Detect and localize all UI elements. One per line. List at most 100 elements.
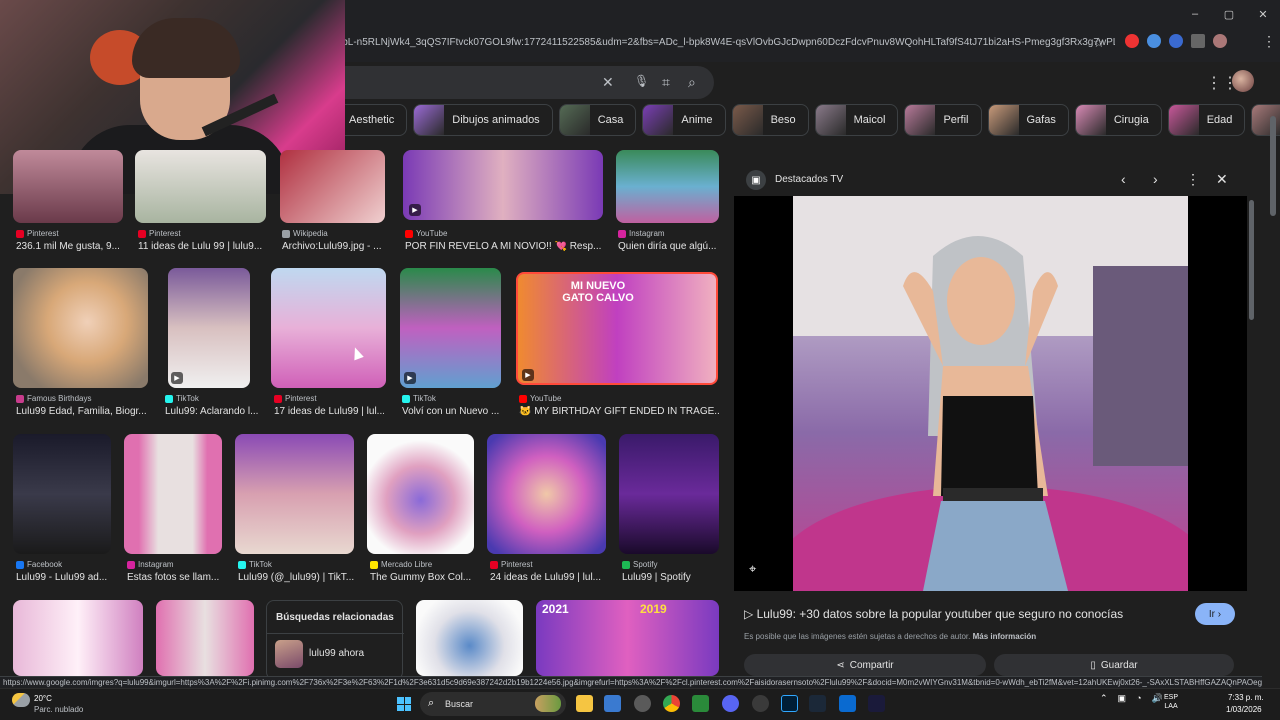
- result-thumb-3-3[interactable]: [235, 434, 354, 554]
- vpn-icon[interactable]: [839, 695, 856, 712]
- more-info-link[interactable]: Más información: [973, 632, 1037, 641]
- result-thumb-2-3[interactable]: [271, 268, 386, 388]
- extension-translate-icon[interactable]: [1147, 34, 1161, 48]
- result-title[interactable]: 🐱 MY BIRTHDAY GIFT ENDED IN TRAGE...: [519, 406, 719, 417]
- result-title[interactable]: Lulu99 (@_lulu99) | TikT...: [238, 572, 356, 583]
- result-thumb-4-4[interactable]: [416, 600, 523, 676]
- result-title[interactable]: Lulu99 | Spotify: [622, 572, 722, 583]
- result-thumb-1-4[interactable]: ▶: [403, 150, 603, 220]
- search-input[interactable]: [330, 66, 714, 99]
- result-title[interactable]: Archivo:Lulu99.jpg - ...: [282, 241, 392, 252]
- filter-chip-cirugia[interactable]: Cirugia: [1074, 104, 1162, 136]
- result-thumb-2-4[interactable]: ▶: [400, 268, 501, 388]
- preview-source-name[interactable]: Destacados TV: [775, 174, 843, 185]
- result-title[interactable]: 24 ideas de Lulu99 | lul...: [490, 572, 605, 583]
- chrome-icon[interactable]: [663, 695, 680, 712]
- filter-chip-dibujos-animados[interactable]: Dibujos animados: [413, 104, 553, 136]
- language-indicator[interactable]: ESP LAA: [1164, 693, 1178, 711]
- search-highlight-icon[interactable]: [535, 695, 561, 712]
- filter-chip-anime[interactable]: Anime: [642, 104, 726, 136]
- network-icon[interactable]: ◔: [1136, 693, 1141, 704]
- result-title[interactable]: 17 ideas de Lulu99 | lul...: [274, 406, 384, 417]
- steam-icon[interactable]: [809, 695, 826, 712]
- windows-start-icon[interactable]: [397, 697, 411, 711]
- result-thumb-3-4[interactable]: [367, 434, 474, 554]
- file-explorer-icon[interactable]: [576, 695, 593, 712]
- search-icon[interactable]: ⌕: [688, 74, 696, 91]
- photoshop-icon[interactable]: [781, 695, 798, 712]
- close-window-button[interactable]: ✕: [1246, 0, 1280, 28]
- share-button[interactable]: ⋖ Compartir: [744, 654, 986, 676]
- filter-chip-beso[interactable]: Beso: [731, 104, 809, 136]
- result-title[interactable]: Estas fotos se llam...: [127, 572, 224, 583]
- extensions-puzzle-icon[interactable]: [1191, 34, 1205, 48]
- filter-chip-casa[interactable]: Casa: [558, 104, 637, 136]
- result-title[interactable]: Lulu99 - Lulu99 ad...: [16, 572, 111, 583]
- clock-date[interactable]: 1/03/2026: [1226, 705, 1262, 714]
- result-title[interactable]: The Gummy Box Col...: [370, 572, 475, 583]
- result-title[interactable]: Lulu99: Aclarando l...: [165, 406, 260, 417]
- result-thumb-4-1[interactable]: [13, 600, 143, 676]
- page-scrollbar[interactable]: [1270, 116, 1276, 216]
- result-title[interactable]: 236.1 mil Me gusta, 9...: [16, 241, 136, 252]
- result-thumb-1-5[interactable]: [616, 150, 719, 223]
- account-avatar[interactable]: [1232, 70, 1254, 92]
- result-title[interactable]: 11 ideas de Lulu 99 | lulu9...: [138, 241, 263, 252]
- result-title[interactable]: Volví con un Nuevo ...: [402, 406, 507, 417]
- related-search-item[interactable]: lulu99 ahora: [267, 633, 404, 673]
- voice-search-icon[interactable]: 🎙: [634, 74, 649, 88]
- save-button[interactable]: ▯ Guardar: [994, 654, 1234, 676]
- photos-icon[interactable]: [604, 695, 621, 712]
- result-thumb-1-2[interactable]: [135, 150, 266, 223]
- clock-time[interactable]: 7:33 p. m.: [1228, 693, 1264, 702]
- next-image-button[interactable]: ›: [1153, 171, 1158, 187]
- result-thumb-2-2[interactable]: ▶: [168, 268, 250, 388]
- result-thumb-1-1[interactable]: [13, 150, 123, 223]
- result-thumb-3-2[interactable]: [124, 434, 222, 554]
- close-preview-button[interactable]: ✕: [1216, 171, 1228, 188]
- weather-description[interactable]: Parc. nublado: [34, 705, 83, 714]
- result-thumb-4-5[interactable]: 2021 2019: [536, 600, 719, 676]
- browser-menu-icon[interactable]: ⋮: [1262, 33, 1276, 50]
- more-options-icon[interactable]: ⋮: [1186, 171, 1200, 188]
- panel-scrollbar[interactable]: [1249, 200, 1254, 320]
- visit-button[interactable]: Ir ›: [1195, 603, 1235, 625]
- result-thumb-2-5[interactable]: MI NUEVO GATO CALVO ▶: [516, 272, 718, 385]
- bookmark-star-icon[interactable]: ☆: [1093, 35, 1105, 51]
- result-thumb-3-5[interactable]: [487, 434, 606, 554]
- result-title[interactable]: Lulu99 Edad, Familia, Biogr...: [16, 406, 151, 417]
- clear-search-icon[interactable]: ✕: [602, 74, 614, 91]
- obs-icon[interactable]: [752, 695, 769, 712]
- discord-icon[interactable]: [722, 695, 739, 712]
- previous-image-button[interactable]: ‹: [1121, 171, 1126, 187]
- result-thumb-2-1[interactable]: [13, 268, 148, 388]
- result-thumb-1-3[interactable]: [280, 150, 385, 223]
- filter-chip-edad[interactable]: Edad: [1167, 104, 1246, 136]
- result-thumb-4-2[interactable]: [156, 600, 254, 676]
- minimize-button[interactable]: –: [1178, 0, 1212, 28]
- partly-cloudy-icon[interactable]: [12, 693, 30, 707]
- tray-overflow-icon[interactable]: ⌃: [1100, 693, 1108, 704]
- result-thumb-3-6[interactable]: [619, 434, 719, 554]
- preview-image[interactable]: [793, 196, 1188, 591]
- volume-icon[interactable]: 🔊: [1152, 693, 1163, 704]
- settings-gear-icon[interactable]: [634, 695, 651, 712]
- filter-chip-maicol[interactable]: Maicol: [814, 104, 899, 136]
- profile-icon[interactable]: [1213, 34, 1227, 48]
- extension-blue-icon[interactable]: [1169, 34, 1183, 48]
- extension-red-icon[interactable]: [1125, 34, 1139, 48]
- weather-temperature[interactable]: 20°C: [34, 694, 52, 703]
- result-title[interactable]: POR FIN REVELO A MI NOVIO!! 💘 Resp...: [405, 241, 605, 252]
- result-title[interactable]: Quien diría que algú...: [618, 241, 718, 252]
- lens-search-icon[interactable]: ⌗: [662, 74, 670, 91]
- google-lens-icon[interactable]: ⌖: [749, 561, 756, 577]
- filter-chip-gafas[interactable]: Gafas: [987, 104, 1069, 136]
- tray-app-icon[interactable]: ▣: [1118, 693, 1127, 704]
- address-bar[interactable]: NbL-n5RLNjWk4_3qQS7IFtvck07GOL9fw:177241…: [335, 32, 1115, 54]
- streaming-app-icon[interactable]: [868, 695, 885, 712]
- preview-title[interactable]: ▷ Lulu99: +30 datos sobre la popular you…: [744, 607, 1123, 621]
- minecraft-icon[interactable]: [692, 695, 709, 712]
- result-thumb-3-1[interactable]: [13, 434, 111, 554]
- filter-chip-perfil[interactable]: Perfil: [904, 104, 982, 136]
- maximize-button[interactable]: ▢: [1212, 0, 1246, 28]
